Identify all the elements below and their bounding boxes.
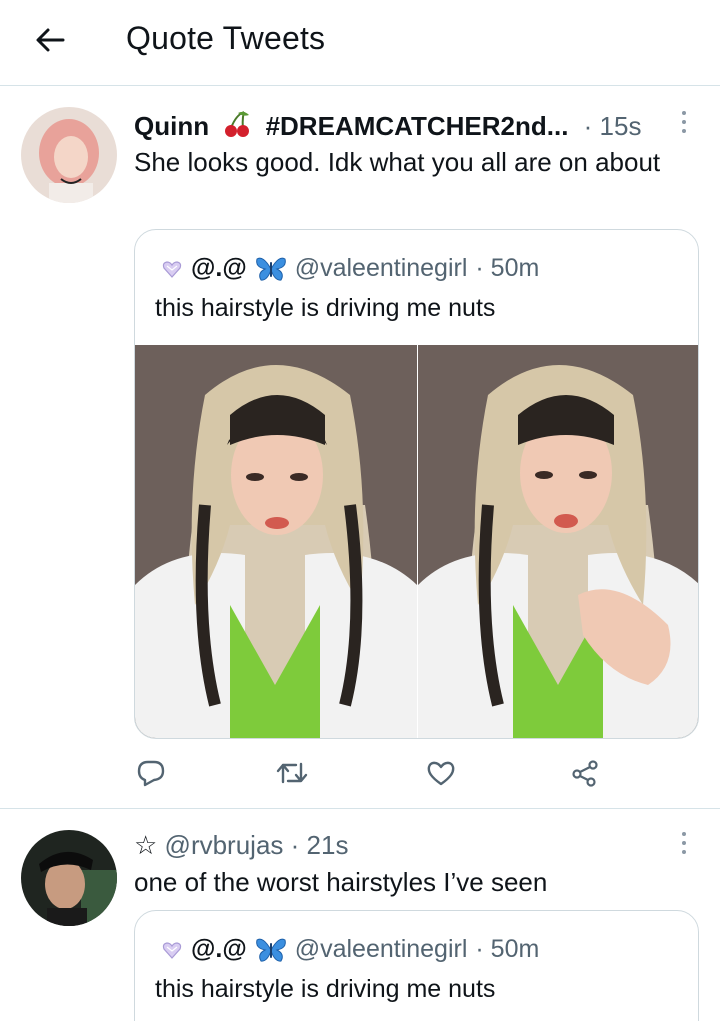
handle[interactable]: @rvbrujas [165, 830, 284, 860]
tweet-text: one of the worst hairstyles I’ve seen [134, 867, 548, 897]
back-button[interactable] [30, 20, 70, 60]
tweet-header: Quinn #DREAMCATCHER2nd... · 15s [134, 109, 641, 142]
timestamp[interactable]: · 15s [584, 111, 642, 141]
quoted-media[interactable] [135, 345, 698, 738]
butterfly-icon [255, 938, 286, 962]
quoted-display-name: @.@ [191, 935, 247, 963]
photo-2[interactable] [418, 345, 698, 738]
share-icon [572, 760, 598, 787]
quoted-tweet-header: @.@ @valeentinegirl · 50m [161, 935, 539, 964]
reply-button[interactable] [134, 757, 168, 789]
display-name-tag: #DREAMCATCHER2nd... [265, 111, 569, 141]
tweet-actions [134, 757, 614, 789]
butterfly-icon [255, 257, 286, 281]
reply-icon [137, 760, 165, 787]
like-button[interactable] [424, 757, 458, 789]
avatar[interactable] [21, 830, 117, 926]
quoted-display-name: @.@ [191, 254, 247, 282]
tweet-text: She looks good. Idk what you all are on … [134, 147, 661, 177]
tweet[interactable]: Quinn #DREAMCATCHER2nd... · 15s She look… [0, 87, 720, 809]
arrow-left-icon [36, 28, 65, 52]
cherry-icon [225, 111, 250, 137]
display-name[interactable]: ☆ [134, 830, 157, 860]
like-icon [427, 761, 455, 786]
display-name[interactable]: Quinn [134, 111, 209, 141]
tweet[interactable]: ☆ @rvbrujas · 21s one of the worst hairs… [0, 810, 720, 1021]
quoted-tweet[interactable]: @.@ @valeentinegirl · 50m this hairstyle… [134, 229, 699, 739]
heart-gem-icon [162, 941, 182, 959]
quoted-timestamp: · 50m [475, 935, 540, 963]
share-button[interactable] [568, 757, 602, 789]
heart-gem-icon [162, 260, 182, 278]
more-options-button[interactable] [672, 107, 696, 137]
retweet-button[interactable] [275, 757, 309, 789]
quoted-tweet[interactable]: @.@ @valeentinegirl · 50m this hairstyle… [134, 910, 699, 1021]
header: Quote Tweets [0, 0, 720, 86]
page-title: Quote Tweets [126, 20, 326, 56]
quoted-tweet-text: this hairstyle is driving me nuts [155, 294, 496, 322]
timestamp[interactable]: · 21s [291, 830, 349, 860]
quoted-timestamp: · 50m [475, 254, 540, 282]
tweet-header: ☆ @rvbrujas · 21s [134, 830, 348, 861]
photo-1[interactable] [135, 345, 417, 738]
avatar[interactable] [21, 107, 117, 203]
quoted-tweet-text: this hairstyle is driving me nuts [155, 975, 496, 1003]
quoted-tweet-header: @.@ @valeentinegirl · 50m [161, 254, 539, 283]
quoted-handle: @valeentinegirl [294, 935, 468, 963]
retweet-icon [276, 762, 308, 784]
quoted-handle: @valeentinegirl [294, 254, 468, 282]
more-options-button[interactable] [672, 828, 696, 858]
